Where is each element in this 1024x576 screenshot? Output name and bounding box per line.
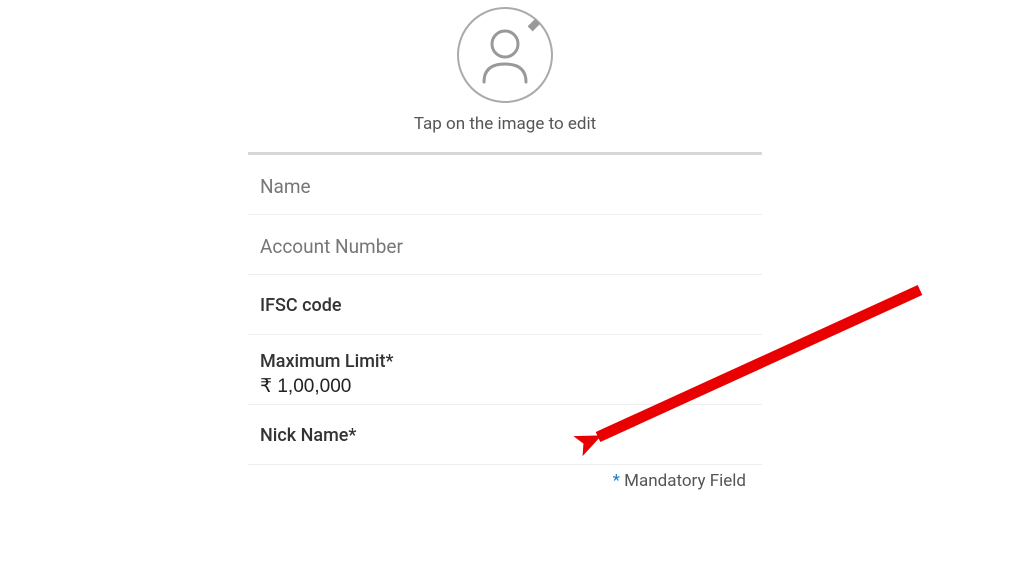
ifsc-code-label: IFSC code bbox=[260, 295, 750, 316]
avatar-image-placeholder[interactable] bbox=[456, 6, 554, 104]
maximum-limit-field[interactable]: Maximum Limit* ₹ 1,00,000 bbox=[248, 335, 762, 405]
account-number-field[interactable]: Account Number bbox=[248, 215, 762, 275]
name-field[interactable]: Name bbox=[248, 155, 762, 215]
add-beneficiary-form: Tap on the image to edit Name Account Nu… bbox=[248, 0, 762, 491]
mandatory-text: Mandatory Field bbox=[620, 471, 746, 491]
avatar-section: Tap on the image to edit bbox=[248, 0, 762, 146]
mandatory-footer: * Mandatory Field bbox=[248, 465, 762, 491]
account-number-label: Account Number bbox=[260, 235, 750, 258]
avatar-icon bbox=[456, 6, 554, 104]
maximum-limit-label: Maximum Limit* bbox=[260, 351, 750, 372]
nick-name-field[interactable]: Nick Name* bbox=[248, 405, 762, 465]
name-label: Name bbox=[260, 175, 750, 198]
ifsc-code-field[interactable]: IFSC code bbox=[248, 275, 762, 335]
avatar-caption: Tap on the image to edit bbox=[248, 114, 762, 134]
nick-name-label: Nick Name* bbox=[260, 425, 750, 446]
maximum-limit-value: ₹ 1,00,000 bbox=[260, 374, 750, 398]
asterisk-icon: * bbox=[613, 471, 620, 491]
